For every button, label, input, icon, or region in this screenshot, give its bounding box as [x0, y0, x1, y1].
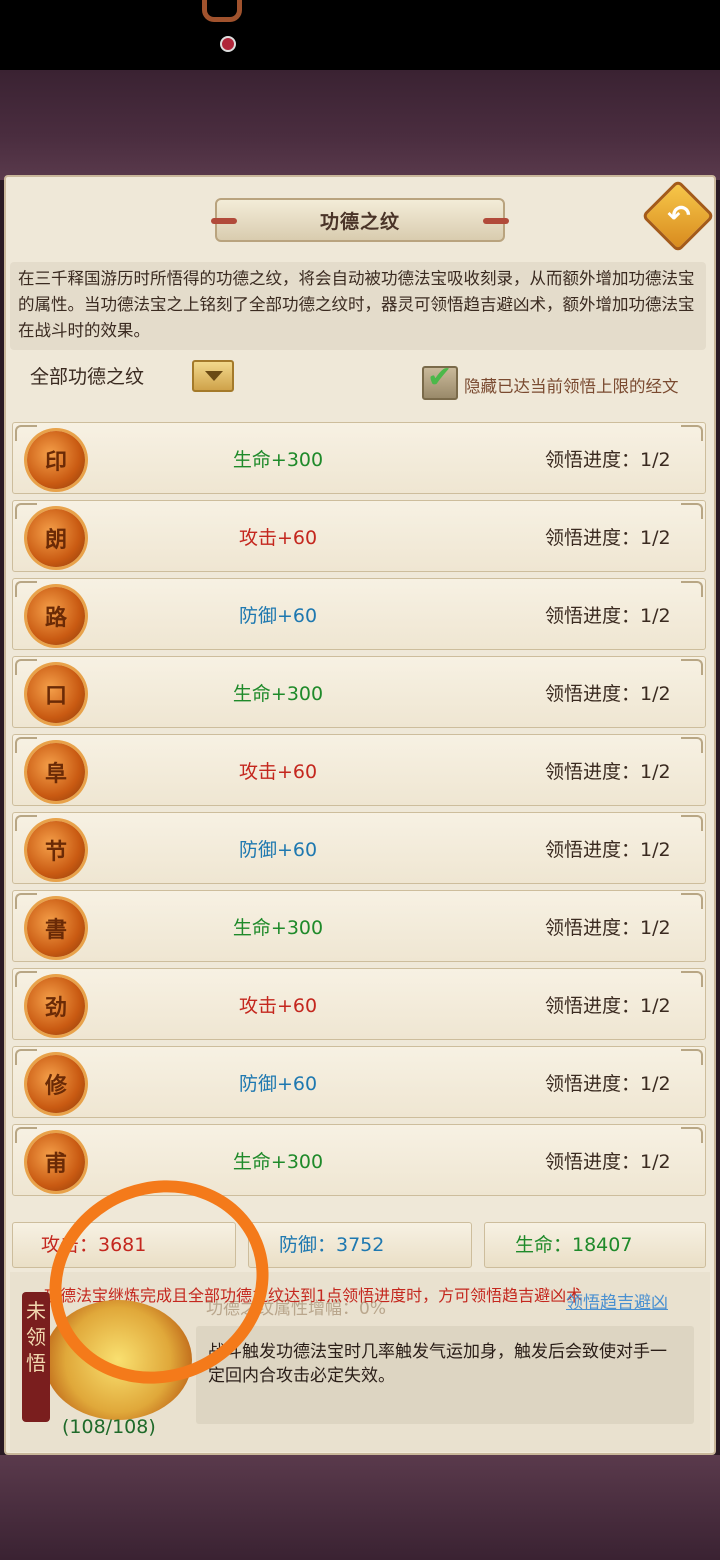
- description-text: 在三千释国游历时所悟得的功德之纹，将会自动被功德法宝吸收刻录，从而额外增加功德法…: [10, 262, 706, 350]
- record-dot-icon: [220, 36, 236, 52]
- pattern-medal-icon: 書: [27, 899, 85, 957]
- list-item[interactable]: 書 生命+300 领悟进度：1/2: [12, 890, 706, 962]
- pattern-medal-icon: 阜: [27, 743, 85, 801]
- background-bottom: [0, 1455, 720, 1560]
- row-stat: 生命+300: [232, 683, 324, 705]
- row-stat: 防御+60: [238, 605, 318, 627]
- list-item[interactable]: 印 生命+300 领悟进度：1/2: [12, 422, 706, 494]
- row-corner-deco: [681, 1049, 703, 1065]
- row-corner-deco: [681, 1127, 703, 1143]
- pattern-medal-icon: 印: [27, 431, 85, 489]
- merit-pattern-list[interactable]: 印 生命+300 领悟进度：1/2 朗 攻击+60 领悟进度：1/2 路 防御+…: [12, 410, 706, 1200]
- pattern-medal-icon: 口: [27, 665, 85, 723]
- row-corner-deco: [681, 659, 703, 675]
- row-progress: 领悟进度：1/2: [545, 527, 671, 549]
- row-corner-deco: [15, 737, 37, 753]
- row-progress: 领悟进度：1/2: [545, 761, 671, 783]
- back-arrow-icon[interactable]: ↶: [662, 196, 696, 236]
- pattern-medal-icon: 朗: [27, 509, 85, 567]
- row-progress: 领悟进度：1/2: [545, 1151, 671, 1173]
- row-progress: 领悟进度：1/2: [545, 1073, 671, 1095]
- background-top: [0, 70, 720, 180]
- row-stat: 生命+300: [232, 449, 324, 471]
- row-progress: 领悟进度：1/2: [545, 839, 671, 861]
- row-corner-deco: [681, 503, 703, 519]
- row-stat: 攻击+60: [238, 527, 318, 549]
- list-item[interactable]: 甫 生命+300 领悟进度：1/2: [12, 1124, 706, 1196]
- row-progress: 领悟进度：1/2: [545, 995, 671, 1017]
- list-item[interactable]: 劲 攻击+60 领悟进度：1/2: [12, 968, 706, 1040]
- row-corner-deco: [681, 971, 703, 987]
- list-item[interactable]: 朗 攻击+60 领悟进度：1/2: [12, 500, 706, 572]
- total-hp: 生命：18407: [484, 1222, 706, 1268]
- row-corner-deco: [15, 1127, 37, 1143]
- title-deco-left: [211, 218, 237, 224]
- row-corner-deco: [681, 815, 703, 831]
- list-item[interactable]: 阜 攻击+60 领悟进度：1/2: [12, 734, 706, 806]
- row-corner-deco: [15, 503, 37, 519]
- row-stat: 攻击+60: [238, 761, 318, 783]
- seal-stamp-label: 未领悟: [26, 1299, 46, 1375]
- row-corner-deco: [15, 425, 37, 441]
- filter-selected-label[interactable]: 全部功德之纹: [30, 362, 144, 389]
- row-progress: 领悟进度：1/2: [545, 683, 671, 705]
- filter-dropdown-button[interactable]: [192, 360, 234, 392]
- row-corner-deco: [15, 971, 37, 987]
- effect-description: 战斗触发功德法宝时几率触发气运加身，触发后会致使对手一定回内合攻击必定失效。: [196, 1326, 694, 1424]
- list-item[interactable]: 修 防御+60 领悟进度：1/2: [12, 1046, 706, 1118]
- pattern-medal-icon: 路: [27, 587, 85, 645]
- pattern-medal-icon: 修: [27, 1055, 85, 1113]
- status-bar: [0, 0, 720, 70]
- row-corner-deco: [15, 1049, 37, 1065]
- comprehend-link[interactable]: 领悟趋吉避凶: [566, 1288, 668, 1313]
- page-title: 功德之纹: [319, 210, 400, 233]
- pattern-medal-icon: 甫: [27, 1133, 85, 1191]
- checkmark-icon: ✔: [427, 360, 453, 395]
- row-progress: 领悟进度：1/2: [545, 449, 671, 471]
- app-logo-icon: [202, 0, 242, 22]
- list-item[interactable]: 节 防御+60 领悟进度：1/2: [12, 812, 706, 884]
- pattern-medal-icon: 节: [27, 821, 85, 879]
- row-corner-deco: [681, 581, 703, 597]
- title-banner: 功德之纹: [211, 198, 509, 242]
- row-corner-deco: [15, 659, 37, 675]
- row-corner-deco: [681, 893, 703, 909]
- list-item[interactable]: 路 防御+60 领悟进度：1/2: [12, 578, 706, 650]
- list-item[interactable]: 口 生命+300 领悟进度：1/2: [12, 656, 706, 728]
- row-corner-deco: [15, 893, 37, 909]
- row-stat: 攻击+60: [238, 995, 318, 1017]
- total-defense: 防御：3752: [248, 1222, 472, 1268]
- row-corner-deco: [681, 425, 703, 441]
- row-corner-deco: [15, 815, 37, 831]
- row-progress: 领悟进度：1/2: [545, 917, 671, 939]
- collection-count: (108/108): [62, 1416, 156, 1438]
- row-stat: 生命+300: [232, 1151, 324, 1173]
- hide-checkbox-label[interactable]: 隐藏已达当前领悟上限的经文: [464, 373, 679, 397]
- pattern-medal-icon: 劲: [27, 977, 85, 1035]
- row-stat: 防御+60: [238, 1073, 318, 1095]
- row-progress: 领悟进度：1/2: [545, 605, 671, 627]
- title-deco-right: [483, 218, 509, 224]
- row-stat: 生命+300: [232, 917, 324, 939]
- row-stat: 防御+60: [238, 839, 318, 861]
- row-corner-deco: [681, 737, 703, 753]
- row-corner-deco: [15, 581, 37, 597]
